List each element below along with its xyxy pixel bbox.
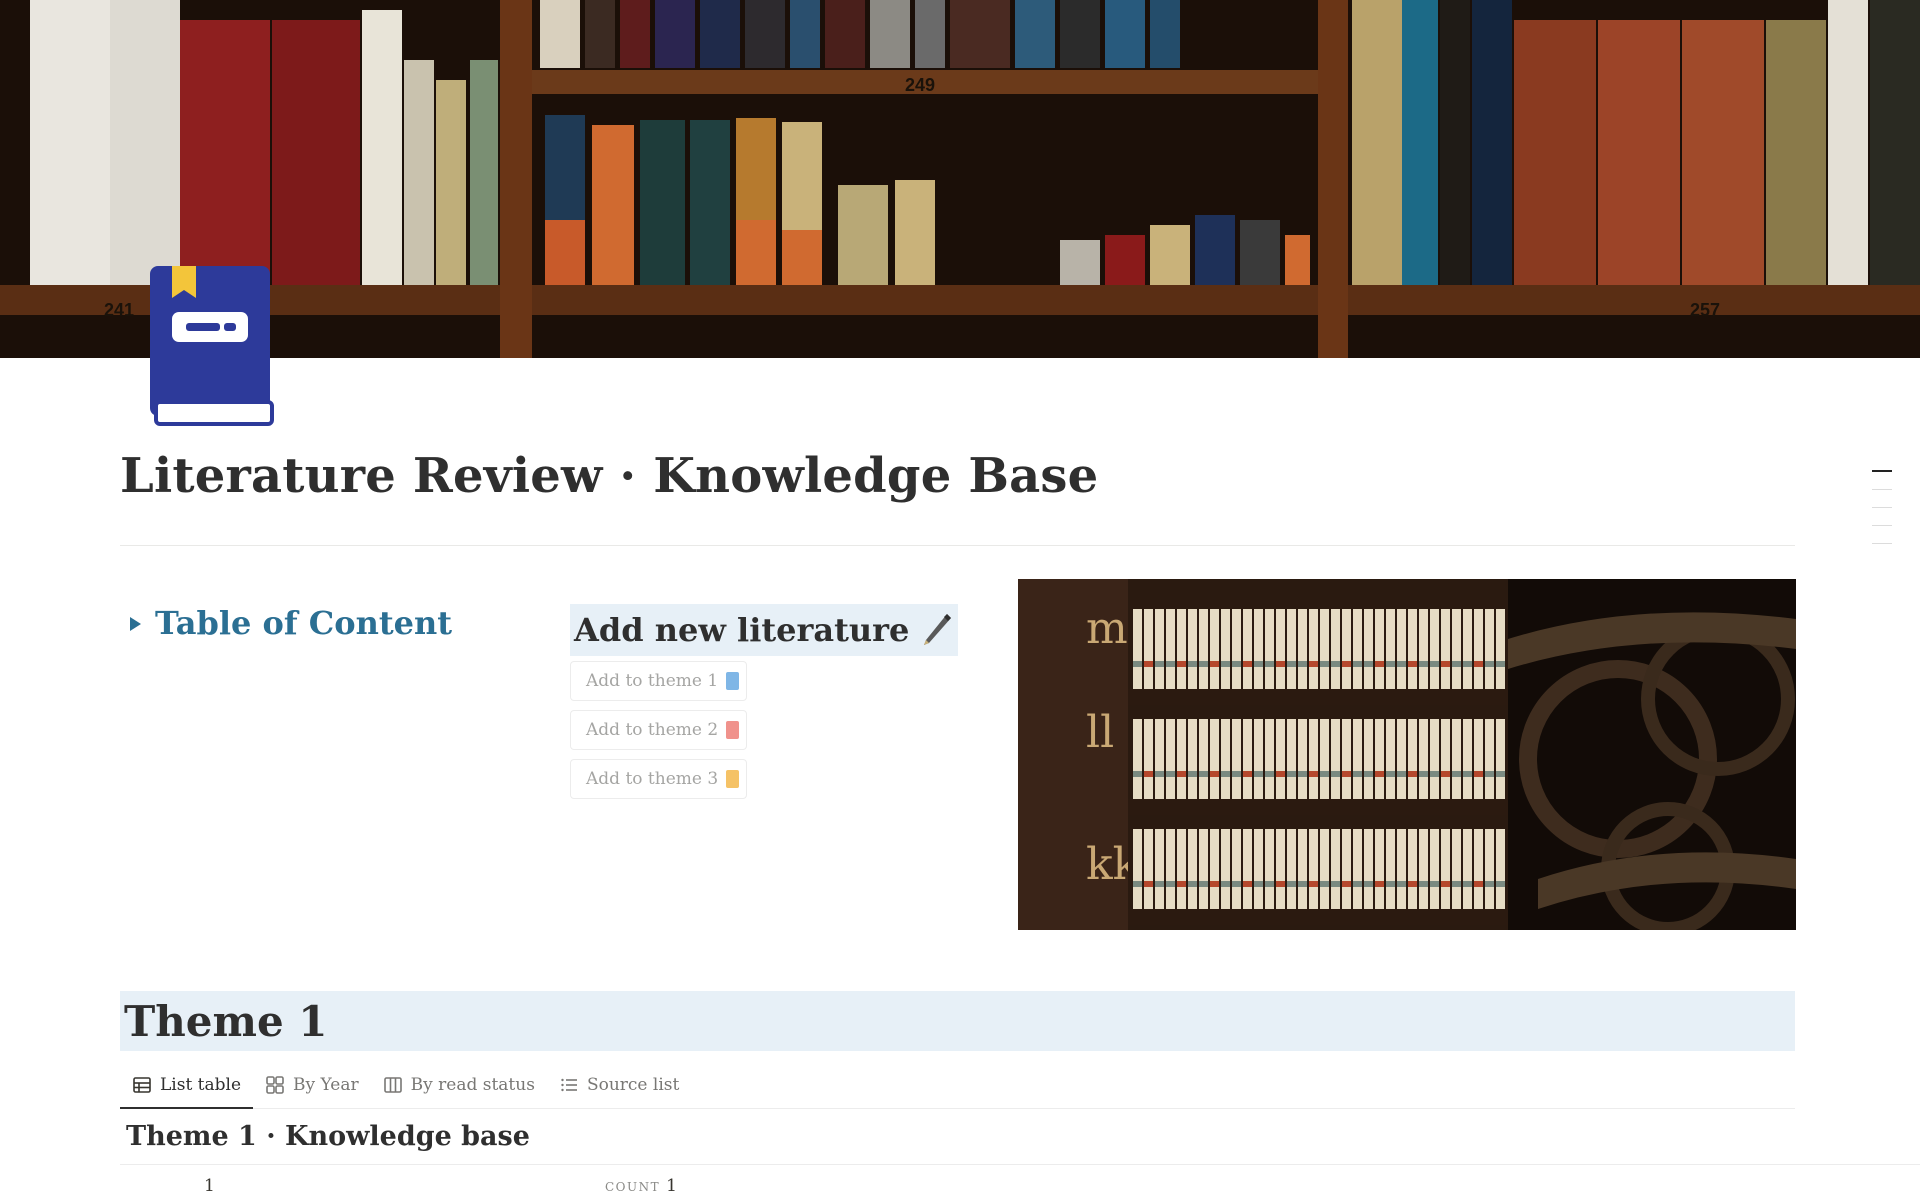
outline-item[interactable] — [1872, 525, 1892, 526]
divider — [120, 1164, 1920, 1165]
list-icon — [561, 1078, 577, 1092]
board-icon — [383, 1077, 402, 1093]
button-label: Add to theme 1 — [586, 671, 719, 691]
page-outline[interactable] — [1872, 470, 1894, 561]
add-literature-heading: Add new literature — [570, 604, 958, 656]
outline-item[interactable] — [1872, 507, 1892, 508]
theme-heading-label: Theme 1 — [124, 996, 328, 1046]
view-tabs: List table By Year By read status Source… — [120, 1062, 1795, 1109]
tab-label: By read status — [410, 1075, 535, 1095]
tab-label: List table — [160, 1074, 242, 1095]
cover-image: 249 241 257 — [0, 0, 1920, 358]
tab-by-read-status[interactable]: By read status — [371, 1062, 547, 1108]
outline-item[interactable] — [1872, 489, 1892, 490]
toggle-triangle-icon[interactable] — [130, 617, 141, 631]
outline-item[interactable] — [1872, 543, 1892, 544]
add-to-theme-2-button[interactable]: Add to theme 2 — [570, 710, 747, 750]
count-summary[interactable]: COUNT 1 — [605, 1176, 677, 1196]
count-label: COUNT — [605, 1180, 661, 1194]
tab-list-table[interactable]: List table — [120, 1062, 254, 1109]
row-number: 1 — [204, 1176, 215, 1196]
table-icon — [133, 1076, 151, 1093]
count-value: 1 — [666, 1176, 677, 1196]
add-to-theme-1-button[interactable]: Add to theme 1 — [570, 661, 747, 701]
button-label: Add to theme 3 — [586, 769, 719, 789]
orange-book-icon — [726, 770, 740, 788]
table-of-content-toggle[interactable]: Table of Content — [130, 604, 452, 642]
pen-icon — [924, 614, 952, 645]
add-to-theme-3-button[interactable]: Add to theme 3 — [570, 759, 747, 799]
bookshelf-illustration: 249 241 257 — [0, 0, 1920, 358]
button-label: Add to theme 2 — [586, 720, 719, 740]
blue-book-icon — [726, 672, 740, 690]
tab-by-year[interactable]: By Year — [253, 1062, 371, 1108]
spine-letter: ll — [1086, 707, 1114, 758]
add-literature-label: Add new literature — [574, 611, 910, 649]
red-book-icon — [726, 721, 740, 739]
toc-label: Table of Content — [155, 604, 453, 642]
divider — [120, 545, 1795, 546]
outline-item[interactable] — [1872, 470, 1892, 472]
theme-heading: Theme 1 — [120, 991, 1795, 1051]
shelf-number: 257 — [1690, 300, 1720, 320]
shelf-number: 249 — [905, 75, 935, 95]
tab-source-list[interactable]: Source list — [547, 1062, 691, 1108]
spine-letter: m — [1086, 603, 1128, 654]
tab-label: Source list — [586, 1075, 680, 1095]
shelf-number: 241 — [104, 300, 134, 320]
library-image: m ll kk — [1018, 579, 1796, 930]
page-title[interactable]: Literature Review · Knowledge Base — [120, 448, 1098, 504]
gallery-icon — [266, 1076, 284, 1094]
tab-label: By Year — [293, 1075, 359, 1095]
database-title[interactable]: Theme 1 · Knowledge base — [126, 1121, 530, 1152]
book-icon[interactable] — [148, 264, 274, 426]
